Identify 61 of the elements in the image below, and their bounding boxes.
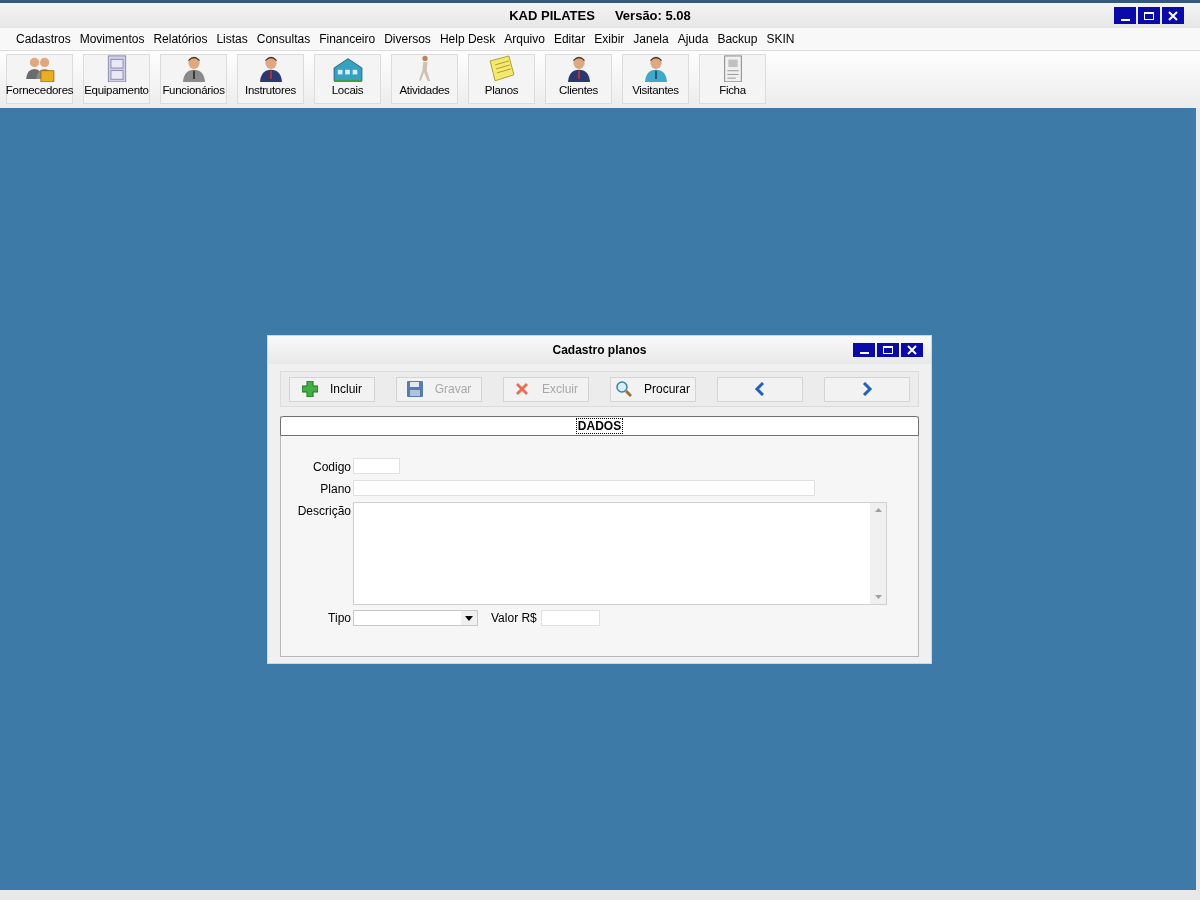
menu-item[interactable]: Relatórios [149,30,212,48]
minimize-button[interactable] [1114,7,1136,24]
input-field[interactable] [353,458,400,474]
nav-button[interactable] [824,376,910,402]
down-arrow-icon [874,595,882,599]
menu-item[interactable]: Financeiro [315,30,380,48]
version-label: Versão: 5.08 [614,6,691,25]
toolbar-button[interactable]: Visitantes [622,53,689,104]
text-area[interactable] [353,502,887,605]
close-button[interactable] [901,343,923,357]
menu-item[interactable]: Diversos [380,30,435,48]
close-icon [907,345,917,355]
menu-item[interactable]: Backup [713,30,762,48]
menu-item[interactable]: Cadastros [12,30,75,48]
toolbar-button[interactable]: Clientes [545,53,612,104]
nav-button[interactable] [717,376,803,402]
dropdown[interactable] [353,610,478,626]
menu-item[interactable]: Arquivo [500,30,549,48]
menu-item[interactable]: Help Desk [435,30,500,48]
toolbar-button[interactable]: Planos [468,53,535,104]
field-label: Plano [319,481,351,498]
field-label: Descrição [296,503,351,520]
toolbar-button[interactable]: Fornecedores [6,53,73,104]
toolbar-button[interactable]: Ficha [699,53,766,104]
document-icon [721,54,744,83]
menu-item[interactable]: Exibir [590,30,629,48]
dialog-title: Cadastro planos [552,342,647,359]
maximize-button[interactable] [877,343,899,357]
chevron-left-icon [754,382,766,396]
menu-item[interactable]: Listas [212,30,252,48]
minimize-button[interactable] [853,343,875,357]
field-label: Valor R$ [491,610,537,627]
field-label: Codigo [311,459,351,476]
plus-icon [302,381,318,397]
scrollbar[interactable] [870,503,886,604]
menu-item[interactable]: Movimentos [75,30,149,48]
search-icon [616,381,632,397]
input-field[interactable] [353,480,815,496]
field-label: Tipo [327,610,351,627]
cross-icon [514,381,530,397]
menu-item[interactable]: Ajuda [673,30,713,48]
toolbar-button[interactable]: Atividades [391,53,458,104]
note-icon [486,54,517,83]
toolbar-button[interactable]: Equipamento [83,53,150,104]
toolbar-button[interactable]: Funcionários [160,53,227,104]
menu-item[interactable]: Consultas [252,30,315,48]
menu-item[interactable]: Editar [549,30,590,48]
action-button[interactable]: Incluir [289,376,375,402]
app-title: KAD PILATES [509,6,595,25]
tab[interactable]: DADOS [575,418,624,434]
menu-item[interactable]: SKIN [762,30,799,48]
close-button[interactable] [1162,7,1184,24]
up-arrow-icon [874,508,882,512]
toolbar-button[interactable]: Locais [314,53,381,104]
menu-item[interactable]: Janela [629,30,673,48]
maximize-button[interactable] [1138,7,1160,24]
chevron-right-icon [861,382,873,396]
toolbar-button[interactable]: Instrutores [237,53,304,104]
input-field[interactable] [540,610,600,626]
close-icon [1168,10,1178,21]
action-button[interactable]: Procurar [610,376,696,402]
